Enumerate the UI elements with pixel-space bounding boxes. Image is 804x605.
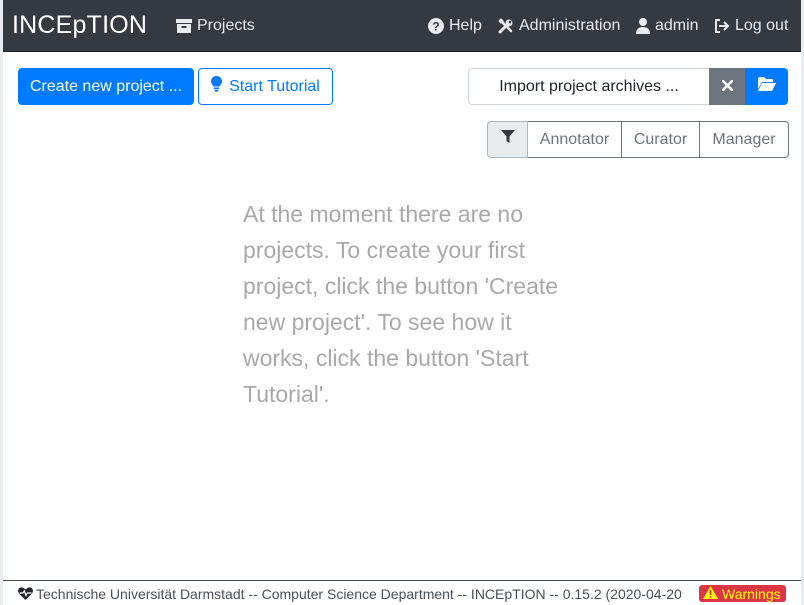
nav-help-label: Help [449, 17, 482, 34]
import-project-group: Import project archives ... [468, 68, 788, 105]
filter-annotator-button[interactable]: Annotator [528, 121, 622, 158]
brand-logo[interactable]: INCEpTION [12, 11, 147, 40]
start-tutorial-button[interactable]: Start Tutorial [198, 68, 333, 105]
nav-user-label: admin [655, 17, 699, 34]
empty-projects-message: At the moment there are no projects. To … [243, 201, 559, 407]
nav-administration[interactable]: Administration [498, 17, 620, 35]
footer-text: Technische Universität Darmstadt -- Comp… [36, 586, 682, 602]
import-project-field[interactable]: Import project archives ... [468, 68, 709, 105]
filter-curator-button[interactable]: Curator [622, 121, 700, 158]
archive-icon [176, 19, 192, 33]
role-filter-group: Annotator Curator Manager [487, 121, 789, 158]
nav-user[interactable]: admin [636, 17, 699, 35]
clear-import-button[interactable] [709, 68, 745, 105]
warnings-badge[interactable]: Warnings [699, 585, 786, 602]
nav-administration-label: Administration [519, 17, 621, 34]
warning-triangle-icon [703, 585, 718, 602]
top-navbar: INCEpTION Projects ? Help Administration… [3, 0, 801, 52]
page-footer: Technische Universität Darmstadt -- Comp… [3, 580, 801, 605]
nav-logout-label: Log out [735, 17, 789, 34]
svg-text:?: ? [432, 20, 439, 34]
user-icon [636, 18, 650, 34]
start-tutorial-label: Start Tutorial [229, 77, 320, 95]
filter-icon [500, 130, 515, 149]
question-circle-icon: ? [428, 18, 444, 34]
nav-projects-label: Projects [197, 17, 255, 34]
warnings-label: Warnings [722, 585, 781, 602]
filter-manager-button[interactable]: Manager [700, 121, 789, 158]
lightbulb-icon [211, 76, 223, 97]
nav-projects[interactable]: Projects [176, 17, 255, 35]
folder-open-icon [757, 77, 776, 96]
nav-help[interactable]: ? Help [428, 17, 482, 35]
open-file-button[interactable] [745, 68, 788, 105]
filter-toggle-button[interactable] [487, 121, 528, 158]
create-project-button[interactable]: Create new project ... [18, 68, 194, 105]
nav-logout[interactable]: Log out [714, 17, 788, 35]
heartbeat-icon [18, 587, 33, 603]
times-icon [721, 78, 733, 96]
sign-out-icon [714, 18, 730, 34]
tools-icon [498, 18, 514, 34]
